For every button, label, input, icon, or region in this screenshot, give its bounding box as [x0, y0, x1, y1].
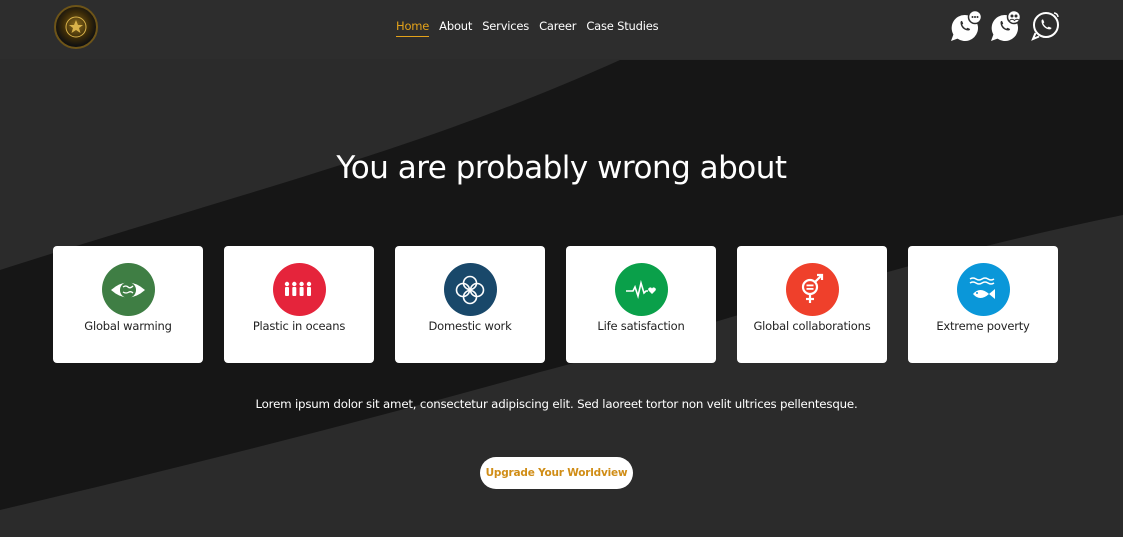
flower-rings-icon	[443, 263, 497, 316]
site-header: Home About Services Career Case Studies	[0, 0, 1123, 59]
nav-services[interactable]: Services	[482, 19, 529, 37]
whatsapp-call-icon[interactable]	[1028, 9, 1062, 45]
nav-home[interactable]: Home	[396, 19, 429, 37]
card-global-warming[interactable]: Global warming	[53, 246, 203, 363]
nav-case-studies[interactable]: Case Studies	[586, 19, 658, 37]
card-life-satisfaction[interactable]: Life satisfaction	[566, 246, 716, 363]
hero-description: Lorem ipsum dolor sit amet, consectetur …	[255, 397, 858, 411]
card-plastic-in-oceans[interactable]: Plastic in oceans	[224, 246, 374, 363]
card-label: Extreme poverty	[936, 319, 1030, 333]
nav-career[interactable]: Career	[539, 19, 576, 37]
card-label: Global collaborations	[753, 319, 871, 333]
eagle-emblem-icon	[65, 16, 87, 38]
whatsapp-chat-icon[interactable]	[948, 9, 982, 45]
whatsapp-group-icon[interactable]	[988, 9, 1022, 45]
card-label: Plastic in oceans	[252, 319, 346, 333]
card-label: Domestic work	[428, 319, 512, 333]
people-icon	[272, 263, 326, 316]
emblem-logo[interactable]	[54, 5, 98, 49]
gender-equality-icon	[785, 263, 839, 316]
eye-globe-icon	[101, 263, 155, 316]
nav-about[interactable]: About	[439, 19, 472, 37]
hero-title: You are probably wrong about	[336, 150, 787, 186]
card-extreme-poverty[interactable]: Extreme poverty	[908, 246, 1058, 363]
heartbeat-icon	[614, 263, 668, 316]
main-nav: Home About Services Career Case Studies	[396, 19, 659, 37]
card-global-collaborations[interactable]: Global collaborations	[737, 246, 887, 363]
topic-cards: Global warming Plastic in oceans Domesti…	[53, 246, 1058, 363]
card-label: Global warming	[84, 319, 172, 333]
upgrade-worldview-button[interactable]: Upgrade Your Worldview	[480, 457, 633, 489]
fish-waves-icon	[956, 263, 1010, 316]
card-domestic-work[interactable]: Domestic work	[395, 246, 545, 363]
card-label: Life satisfaction	[597, 319, 685, 333]
contact-icons	[948, 9, 1062, 45]
